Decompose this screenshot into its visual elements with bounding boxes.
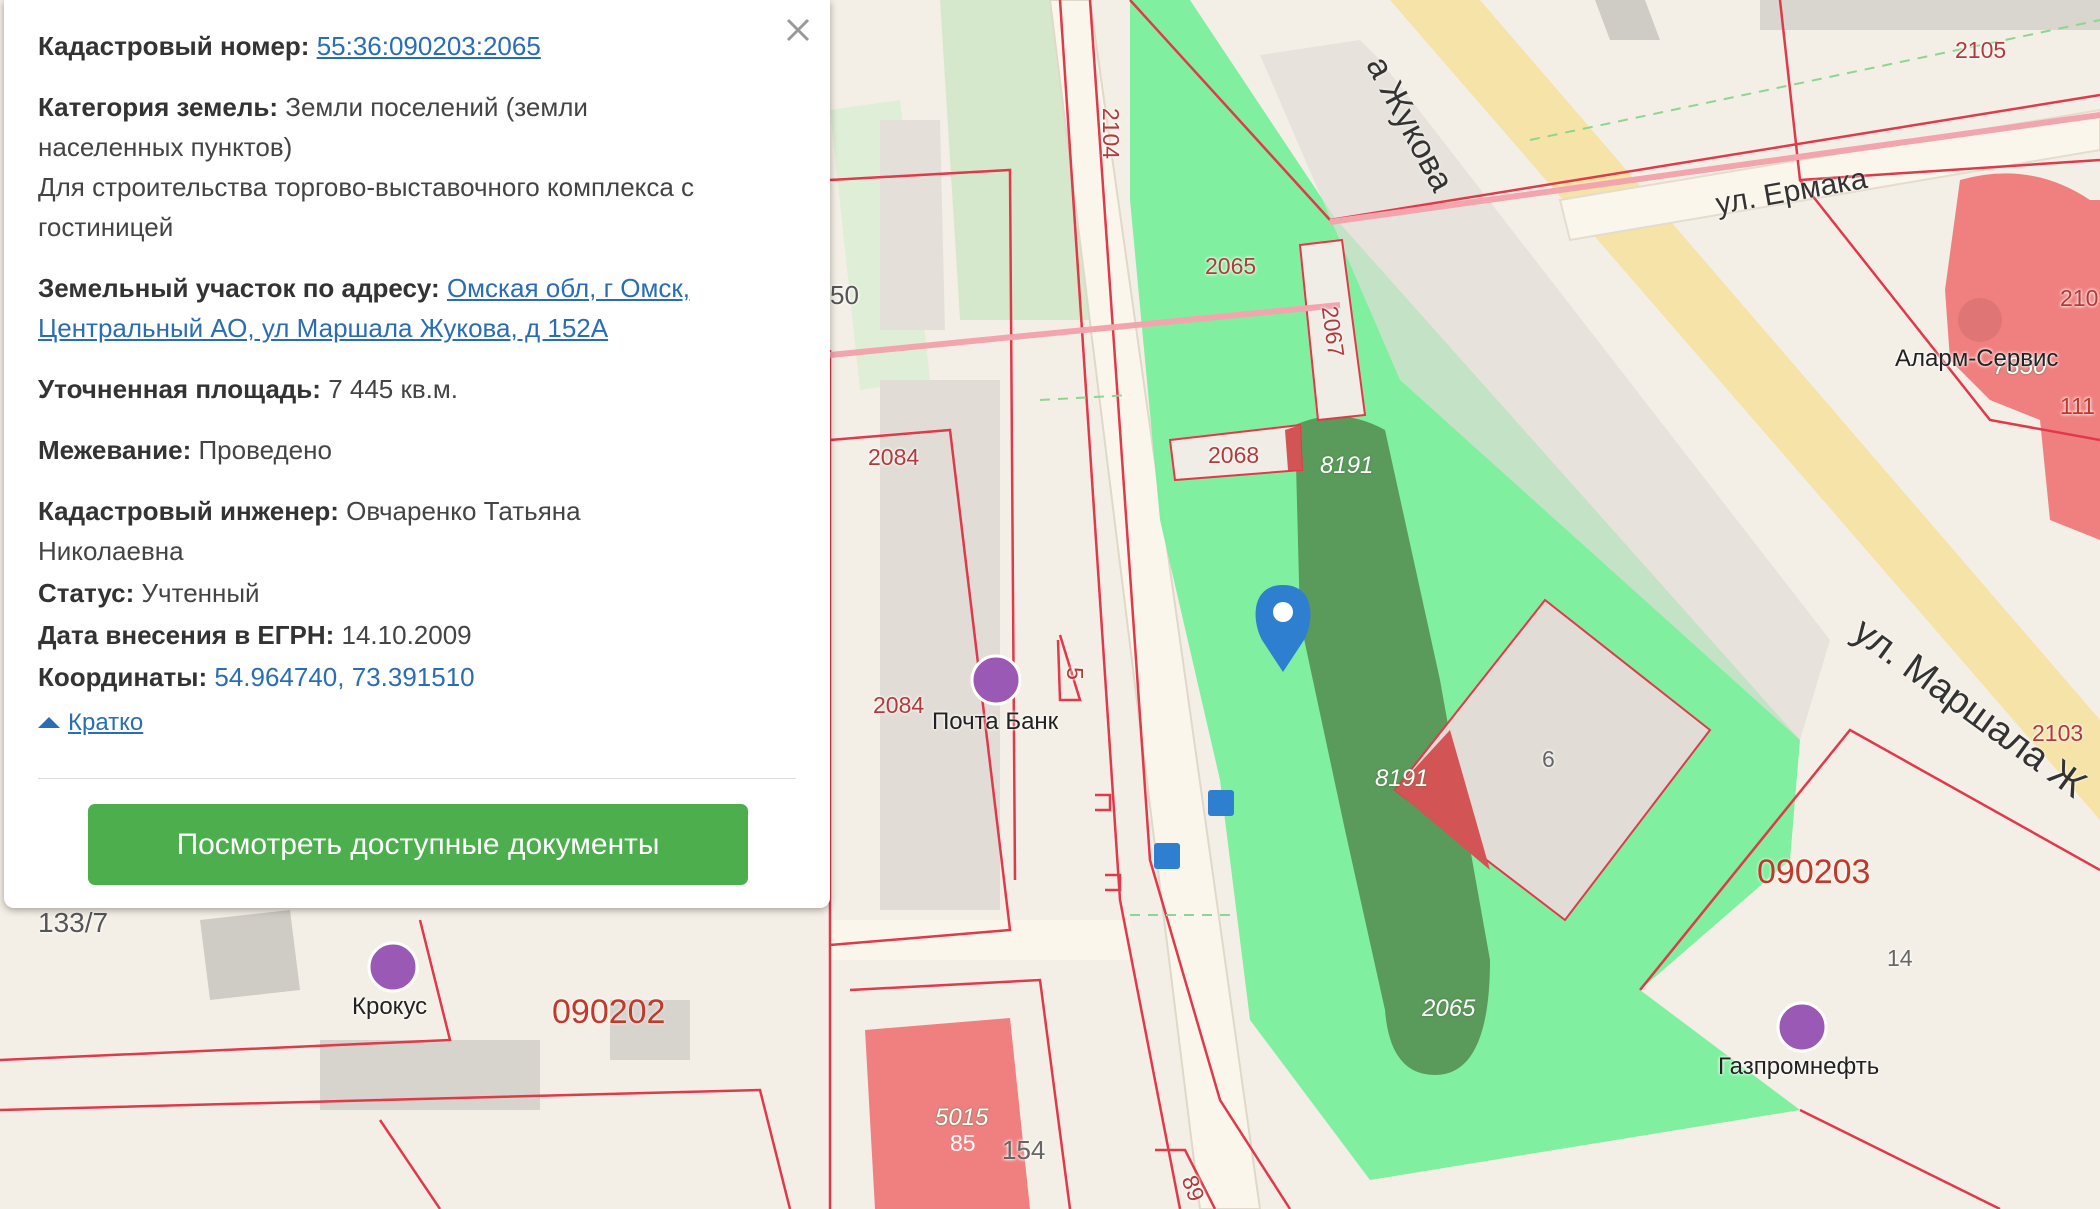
parcel-number: 2084 [868, 444, 920, 470]
status-row: Статус: Учтенный [38, 573, 796, 613]
building [200, 910, 300, 1000]
address-link[interactable]: Омская обл, г Омск, [447, 273, 690, 303]
toggle-brief-label: Кратко [68, 708, 144, 736]
address-label: Земельный участок по адресу: [38, 273, 440, 303]
alarm-service-icon[interactable] [1958, 298, 2002, 342]
parcel-number: 2084 [873, 692, 925, 718]
parcel-number: 50 [830, 280, 859, 310]
land-category-label: Категория земель: [38, 92, 279, 122]
area-value: 7 445 кв.м. [328, 374, 458, 404]
survey-row: Межевание: Проведено [38, 430, 796, 470]
parcel-number: 14 [1887, 945, 1913, 971]
view-documents-button[interactable]: Посмотреть доступные документы [88, 804, 748, 885]
land-usage-value: Для строительства торгово-выставочного к… [38, 172, 695, 202]
parcel-label: 2065 [1422, 995, 1476, 1022]
cadastral-number-link[interactable]: 55:36:090203:2065 [317, 31, 541, 61]
land-category-value: Земли поселений (земли [285, 92, 588, 122]
parcel-number: 2068 [1208, 442, 1260, 468]
parcel-info-panel: Кадастровый номер: 55:36:090203:2065 Кат… [4, 0, 830, 908]
egrn-date-row: Дата внесения в ЕГРН: 14.10.2009 [38, 615, 796, 655]
address-link-line2[interactable]: Центральный АО, ул Маршала Жукова, д 152… [38, 313, 608, 343]
status-value: Учтенный [141, 578, 260, 608]
building [880, 120, 945, 330]
cadastral-number-label: Кадастровый номер: [38, 31, 310, 61]
parcel-number: 111 [2060, 393, 2095, 419]
survey-label: Межевание: [38, 435, 192, 465]
parcel-number: 210 [2060, 285, 2099, 311]
parcel-number: 2104 [1098, 107, 1125, 160]
parcel-number: 5 [1061, 667, 1088, 680]
parcel-label: 5015 [935, 1104, 989, 1131]
land-category-row: Категория земель: Земли поселений (земли… [38, 87, 796, 247]
egrn-date-value: 14.10.2009 [341, 620, 472, 650]
area-label: Уточненная площадь: [38, 374, 321, 404]
gas-station-icon[interactable] [1776, 1001, 1828, 1053]
building [1760, 0, 2100, 30]
land-usage-value-line2: гостиницей [38, 212, 174, 242]
hotel-icon[interactable] [367, 941, 419, 993]
engineer-value: Овчаренко Татьяна [346, 496, 581, 526]
poi-label-alarm-service[interactable]: Аларм-Сервис [1895, 345, 2058, 373]
parcel-number: 2105 [1955, 37, 2007, 63]
engineer-value-line2: Николаевна [38, 536, 184, 566]
coordinates-row: Координаты: 54.964740, 73.391510 [38, 657, 796, 697]
bus-stop-icon[interactable] [1208, 790, 1234, 816]
parcel-number: 133/7 [38, 907, 109, 938]
coordinates-value[interactable]: 54.964740, 73.391510 [214, 662, 474, 692]
parcel-number: 2065 [1205, 253, 1257, 279]
address-row: Земельный участок по адресу: Омская обл,… [38, 268, 796, 348]
triangle-up-icon [38, 717, 60, 728]
area-row: Уточненная площадь: 7 445 кв.м. [38, 369, 796, 409]
quarter-label: 090203 [1757, 853, 1871, 891]
parcel-number: 6 [1542, 746, 1555, 772]
bus-stop-icon[interactable] [1154, 843, 1180, 869]
bank-icon[interactable] [970, 654, 1022, 706]
cadastral-number-row: Кадастровый номер: 55:36:090203:2065 [38, 26, 796, 66]
poi-label-gazpromneft[interactable]: Газпромнефть [1718, 1053, 1879, 1081]
quarter-label: 090202 [552, 993, 666, 1031]
survey-value: Проведено [198, 435, 332, 465]
engineer-label: Кадастровый инженер: [38, 496, 339, 526]
parcel-label: 8191 [1320, 452, 1374, 479]
egrn-date-label: Дата внесения в ЕГРН: [38, 620, 335, 650]
divider [38, 778, 796, 779]
parcel-label: 8191 [1375, 765, 1429, 792]
close-icon[interactable] [778, 10, 818, 50]
coordinates-label: Координаты: [38, 662, 208, 692]
parcel-number: 154 [1002, 1135, 1046, 1165]
parcel-number: 2103 [2032, 720, 2084, 746]
engineer-row: Кадастровый инженер: Овчаренко Татьяна Н… [38, 491, 796, 571]
land-category-value-line2: населенных пунктов) [38, 132, 293, 162]
toggle-brief-link[interactable]: Кратко [38, 703, 143, 743]
status-label: Статус: [38, 578, 135, 608]
plot-2068-red [1285, 425, 1302, 470]
poi-label-krokus[interactable]: Крокус [352, 993, 427, 1021]
poi-label-pochta-bank[interactable]: Почта Банк [932, 708, 1058, 736]
parcel-number: 85 [950, 1130, 976, 1156]
